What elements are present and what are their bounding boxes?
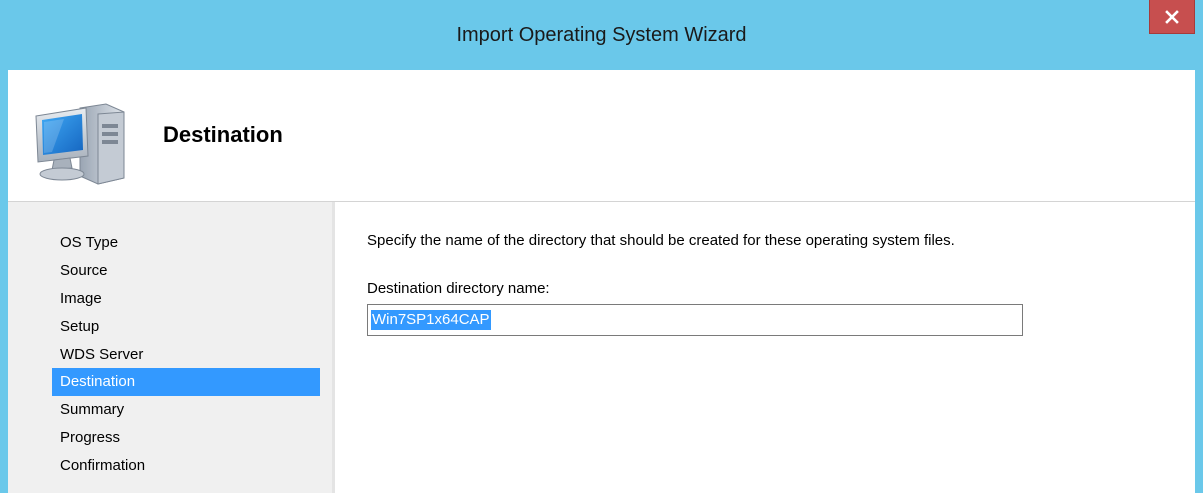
wizard-steps-nav: OS Type Source Image Setup WDS Server De… xyxy=(8,202,332,493)
nav-item-summary[interactable]: Summary xyxy=(52,396,320,424)
nav-item-setup[interactable]: Setup xyxy=(52,313,320,341)
close-button[interactable] xyxy=(1149,0,1195,34)
nav-item-wds-server[interactable]: WDS Server xyxy=(52,341,320,369)
nav-item-destination[interactable]: Destination xyxy=(52,368,320,396)
destination-directory-label: Destination directory name: xyxy=(367,280,550,297)
window-title: Import Operating System Wizard xyxy=(456,24,747,46)
page-title: Destination xyxy=(163,122,283,147)
nav-item-progress[interactable]: Progress xyxy=(52,424,320,452)
nav-item-image[interactable]: Image xyxy=(52,285,320,313)
title-bar[interactable]: Import Operating System Wizard xyxy=(0,0,1203,70)
destination-directory-value: Win7SP1x64CAP xyxy=(371,310,491,330)
close-icon xyxy=(1165,9,1179,24)
computer-icon xyxy=(35,103,125,185)
wizard-header: Destination xyxy=(8,70,1195,202)
nav-item-confirmation[interactable]: Confirmation xyxy=(52,452,320,480)
nav-item-os-type[interactable]: OS Type xyxy=(52,229,320,257)
nav-item-source[interactable]: Source xyxy=(52,257,320,285)
wizard-window: Import Operating System Wizard Destinati… xyxy=(0,0,1203,493)
destination-directory-input[interactable]: Win7SP1x64CAP xyxy=(367,304,1023,336)
instruction-text: Specify the name of the directory that s… xyxy=(367,232,955,249)
wizard-content: Specify the name of the directory that s… xyxy=(335,202,1195,493)
